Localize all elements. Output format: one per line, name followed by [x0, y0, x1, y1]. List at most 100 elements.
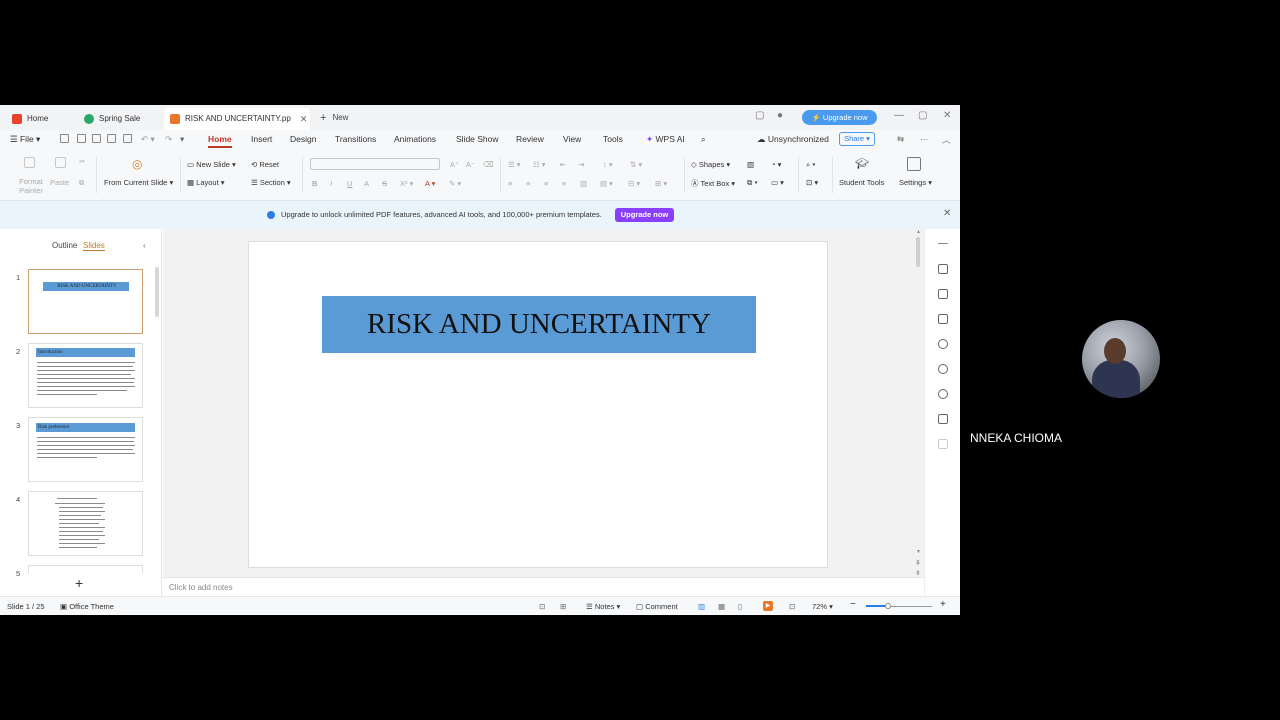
add-slide-icon[interactable]: +: [75, 575, 83, 591]
panel-scrollbar[interactable]: [155, 267, 159, 317]
bold-icon[interactable]: B: [312, 179, 317, 188]
export-icon[interactable]: [123, 134, 132, 143]
normal-view-icon[interactable]: ▥: [698, 602, 705, 611]
find-icon[interactable]: ⌕ ▾: [806, 160, 815, 170]
arrange-icon[interactable]: ⧉ ▾: [747, 178, 758, 188]
settings-button[interactable]: Settings ▾: [899, 178, 932, 187]
print-icon[interactable]: [92, 134, 101, 143]
picture-icon[interactable]: ▨: [747, 160, 754, 169]
user-avatar-icon[interactable]: ●: [777, 110, 783, 121]
new-tab-button[interactable]: + New: [320, 108, 348, 128]
paste-label[interactable]: Paste: [50, 178, 69, 187]
justify-icon[interactable]: ≡: [562, 179, 566, 188]
slide-thumbnail[interactable]: RISK AND UNCERTAINTY: [28, 269, 143, 334]
superscript-icon[interactable]: X² ▾: [400, 179, 413, 188]
magic-tools-icon[interactable]: [938, 264, 948, 274]
text-box-button[interactable]: Ⓐ Text Box ▾: [691, 178, 735, 189]
maximize-icon[interactable]: ▢: [918, 110, 927, 121]
star-icon[interactable]: [938, 339, 948, 349]
protect-icon[interactable]: ⊞: [560, 602, 566, 611]
share-button[interactable]: Share ▾: [839, 132, 875, 146]
properties-icon[interactable]: [938, 414, 948, 424]
collapse-ribbon-icon[interactable]: ︿: [942, 134, 951, 146]
close-window-icon[interactable]: ✕: [943, 110, 951, 121]
text-direction-icon[interactable]: ⇅ ▾: [630, 160, 642, 169]
menu-review[interactable]: Review: [516, 134, 544, 144]
reading-view-icon[interactable]: ▯: [738, 602, 742, 611]
underline-icon[interactable]: U: [347, 179, 352, 188]
format-painter-icon[interactable]: [24, 157, 35, 168]
comment-toggle[interactable]: ▢ Comment: [636, 602, 678, 611]
canvas-scrollbar[interactable]: [916, 237, 920, 267]
tab-spring-sale[interactable]: Spring Sale: [78, 108, 160, 130]
section-button[interactable]: ☰ Section ▾: [251, 178, 291, 187]
zoom-level[interactable]: 72% ▾: [812, 602, 833, 611]
best-fit-icon[interactable]: ⊡: [789, 602, 795, 611]
increase-indent-icon[interactable]: ⇥: [578, 160, 584, 169]
cut-icon[interactable]: ✂: [79, 157, 85, 166]
outline-icon[interactable]: ▭ ▾: [771, 178, 784, 187]
undo-icon[interactable]: ↶ ▾: [141, 134, 155, 145]
sync-status[interactable]: ☁ Unsynchronized: [757, 134, 829, 145]
search-icon[interactable]: ⌕: [701, 134, 706, 145]
font-size-down-icon[interactable]: A⁻: [466, 160, 475, 169]
file-menu[interactable]: ☰ File ▾: [10, 134, 40, 145]
prev-slide-icon[interactable]: ⇞: [915, 559, 921, 567]
fit-icon[interactable]: ⊡: [539, 602, 545, 611]
clear-format-icon[interactable]: ⌫: [483, 160, 494, 169]
chevron-down-icon[interactable]: ▾: [180, 134, 184, 145]
next-slide-icon[interactable]: ⇟: [915, 569, 921, 577]
menu-transitions[interactable]: Transitions: [335, 134, 376, 144]
theme-button[interactable]: ▣ Office Theme: [60, 602, 114, 611]
zoom-out-icon[interactable]: −: [850, 599, 856, 610]
menu-slide-show[interactable]: Slide Show: [456, 134, 499, 144]
align-right-icon[interactable]: ≡: [544, 179, 548, 188]
font-family-select[interactable]: [310, 158, 440, 170]
zoom-slider-thumb[interactable]: [884, 603, 891, 609]
line-spacing-icon[interactable]: ↕ ▾: [603, 160, 613, 169]
decrease-indent-icon[interactable]: ⇤: [560, 160, 566, 169]
slide-sorter-icon[interactable]: ▦: [718, 602, 725, 611]
strikethrough-icon[interactable]: S: [382, 179, 387, 188]
align-center-icon[interactable]: ≡: [526, 179, 530, 188]
menu-design[interactable]: Design: [290, 134, 316, 144]
paste-icon[interactable]: [55, 157, 66, 168]
play-slide-icon[interactable]: ◎: [132, 157, 142, 171]
new-slide-button[interactable]: ▭ New Slide ▾: [187, 160, 236, 169]
menu-view[interactable]: View: [563, 134, 581, 144]
menu-insert[interactable]: Insert: [251, 134, 272, 144]
tab-home[interactable]: Home: [6, 108, 72, 130]
student-tools-button[interactable]: Student Tools: [839, 178, 884, 187]
close-icon[interactable]: ✕: [943, 208, 951, 219]
graduation-cap-icon[interactable]: 🎓︎: [855, 157, 869, 170]
slide-thumbnail[interactable]: [28, 491, 143, 556]
fill-icon[interactable]: ◔ ▾: [771, 160, 781, 169]
slide-thumbnail[interactable]: [28, 565, 143, 573]
layout-button[interactable]: ▦ Layout ▾: [187, 178, 225, 187]
italic-icon[interactable]: I: [330, 179, 332, 188]
more-icon[interactable]: ⋯: [920, 134, 929, 145]
collapse-icon[interactable]: [938, 243, 948, 244]
align-left-icon[interactable]: ≡: [508, 179, 512, 188]
design-ideas-icon[interactable]: [938, 289, 948, 299]
settings-icon[interactable]: [907, 157, 921, 171]
minimize-icon[interactable]: —: [894, 110, 904, 121]
menu-home[interactable]: Home: [208, 134, 232, 148]
from-current-slide-button[interactable]: From Current Slide ▾: [104, 178, 173, 187]
transition-icon[interactable]: [938, 314, 948, 324]
menu-animations[interactable]: Animations: [394, 134, 436, 144]
current-slide[interactable]: RISK AND UNCERTAINTY: [248, 241, 828, 568]
open-icon[interactable]: [60, 134, 69, 143]
print-preview-icon[interactable]: [107, 134, 116, 143]
font-color-icon[interactable]: A ▾: [425, 179, 435, 188]
align-text-icon[interactable]: ⊟ ▾: [628, 179, 640, 188]
more-tools-icon[interactable]: [938, 439, 948, 449]
numbering-icon[interactable]: ☷ ▾: [533, 160, 546, 169]
menu-tools[interactable]: Tools: [603, 134, 623, 144]
notes-pane[interactable]: Click to add notes: [163, 577, 924, 596]
bullets-icon[interactable]: ☰ ▾: [508, 160, 521, 169]
smartart-icon[interactable]: ⊞ ▾: [655, 179, 667, 188]
close-icon[interactable]: ✕: [300, 109, 308, 129]
highlight-icon[interactable]: ✎ ▾: [449, 179, 461, 188]
history-icon[interactable]: [938, 364, 948, 374]
